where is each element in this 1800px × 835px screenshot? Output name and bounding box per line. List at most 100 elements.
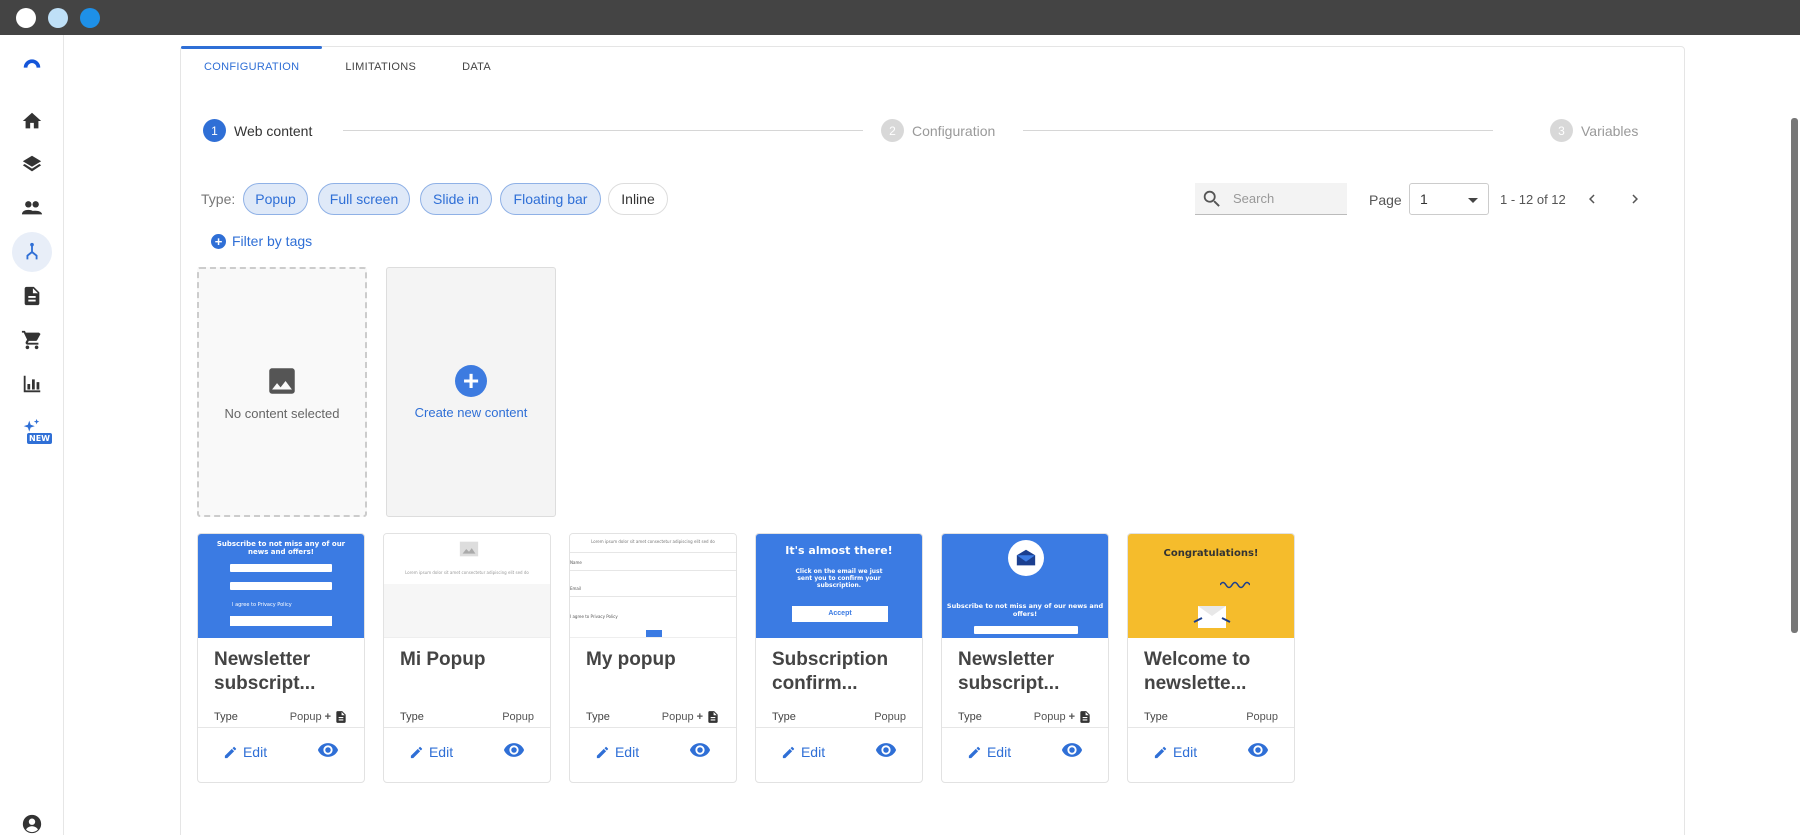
thumb-button [646,630,662,637]
prev-page-button[interactable] [1581,188,1603,210]
card-title: Subscription confirm... [772,649,889,694]
workflow-icon[interactable] [12,232,52,272]
chevron-down-icon [1468,198,1478,203]
step-number: 3 [1550,119,1573,142]
preview-button[interactable] [1247,739,1269,766]
step-variables[interactable]: 3 Variables [1544,119,1647,142]
card-type-row: Type Popup + [570,700,736,728]
card-type-plus: + [1068,710,1075,723]
logo-icon[interactable] [12,43,52,83]
chip-popup[interactable]: Popup [243,183,308,215]
pagination-range: 1 - 12 of 12 [1500,192,1566,207]
preview-button[interactable] [689,739,711,766]
chip-slide-in[interactable]: Slide in [420,183,492,215]
type-filter-label: Type: [201,191,236,207]
create-new-content-tile[interactable]: + Create new content [386,267,556,517]
edit-button[interactable]: Edit [595,744,639,760]
chip-floating-bar[interactable]: Floating bar [500,183,601,215]
chevron-left-icon [1589,194,1595,204]
search-icon [1203,190,1220,207]
image-placeholder-icon [459,541,479,557]
card-type-plus: + [324,710,331,723]
content-panel: CONFIGURATION LIMITATIONS DATA 1 Web con… [180,46,1685,835]
eye-icon [1061,742,1083,757]
step-configuration[interactable]: 2 Configuration [875,119,1004,142]
document-icon [708,710,718,723]
content-card[interactable]: Subscribe to not miss any of our news an… [941,533,1109,783]
document-icon[interactable] [12,276,52,316]
step-number: 2 [881,119,904,142]
bar-chart-icon[interactable] [12,364,52,404]
content-card[interactable]: It's almost there! Click on the email we… [755,533,923,783]
next-page-button[interactable] [1624,188,1646,210]
cart-icon[interactable] [12,320,52,360]
search-field[interactable] [1195,183,1347,215]
vertical-scrollbar[interactable] [1791,118,1798,633]
tab-data[interactable]: DATA [439,47,514,85]
thumb-check: I agree to Privacy Policy [232,602,292,608]
thumb-heading: It's almost there! [785,544,893,557]
card-type-label: Type [400,710,424,723]
preview-button[interactable] [503,739,525,766]
layers-icon[interactable] [12,144,52,184]
search-input[interactable] [1233,191,1333,206]
thumb-text: Lorem ipsum dolor sit amet consectetur a… [405,570,529,575]
card-type-row: Type Popup + [198,700,364,728]
card-type-label: Type [958,710,982,723]
page-label: Page [1369,192,1402,208]
thumb-accept-button: Accept [792,606,888,622]
card-type-value: Popup [502,710,534,723]
no-content-tile: No content selected [197,267,367,517]
chip-inline[interactable]: Inline [608,183,668,215]
edit-button[interactable]: Edit [781,744,825,760]
edit-button[interactable]: Edit [409,744,453,760]
edit-button[interactable]: Edit [223,744,267,760]
card-type-label: Type [586,710,610,723]
tab-limitations[interactable]: LIMITATIONS [322,47,439,85]
pencil-icon [410,746,423,758]
card-thumbnail: It's almost there! Click on the email we… [756,534,922,638]
edit-label: Edit [800,744,826,760]
preview-button[interactable] [1061,739,1083,766]
create-new-content-label: Create new content [414,404,528,420]
edit-label: Edit [428,744,454,760]
content-card[interactable]: Congratulations! Welcome to newslette... … [1127,533,1295,783]
window-maximize-dot[interactable] [80,8,100,28]
step-web-content[interactable]: 1 Web content [203,119,321,142]
step-label: Variables [1581,122,1639,139]
preview-button[interactable] [317,739,339,766]
content-card[interactable]: Subscribe to not miss any of our news an… [197,533,365,783]
people-icon[interactable] [12,188,52,228]
card-title: My popup [586,649,676,670]
chevron-right-icon [1632,194,1638,204]
edit-button[interactable]: Edit [967,744,1011,760]
card-type-row: Type Popup [1128,700,1294,728]
eye-icon [875,742,897,757]
edit-button[interactable]: Edit [1153,744,1197,760]
window-titlebar [0,0,1800,35]
chip-full-screen[interactable]: Full screen [318,183,410,215]
home-icon[interactable] [12,101,52,141]
page-select[interactable]: 1 [1409,183,1489,215]
content-card[interactable]: Lorem ipsum dolor sit amet consectetur a… [383,533,551,783]
card-type-value: Popup [661,710,694,723]
window-minimize-dot[interactable] [48,8,68,28]
account-icon[interactable] [12,804,52,835]
thumb-heading: Subscribe to not miss any of our news an… [216,540,346,556]
sparkle-icon[interactable]: NEW [12,408,52,448]
eye-icon [503,742,525,757]
card-thumbnail: Lorem ipsum dolor sit amet consectetur a… [384,534,550,638]
preview-button[interactable] [875,739,897,766]
card-title: Newsletter subscript... [214,649,316,694]
card-thumbnail: Lorem ipsum dolor sit amet consectetur a… [570,534,736,638]
window-close-dot[interactable] [16,8,36,28]
pencil-icon [1154,746,1167,758]
card-type-value: Popup [1033,710,1066,723]
content-card[interactable]: Lorem ipsum dolor sit amet consectetur a… [569,533,737,783]
filter-by-tags-button[interactable]: + Filter by tags [211,233,312,249]
tab-bar: CONFIGURATION LIMITATIONS DATA [181,46,514,85]
stepper-line [1023,130,1493,131]
card-title: Newsletter subscript... [958,649,1060,694]
tab-configuration[interactable]: CONFIGURATION [181,46,323,85]
step-number: 1 [203,119,226,142]
